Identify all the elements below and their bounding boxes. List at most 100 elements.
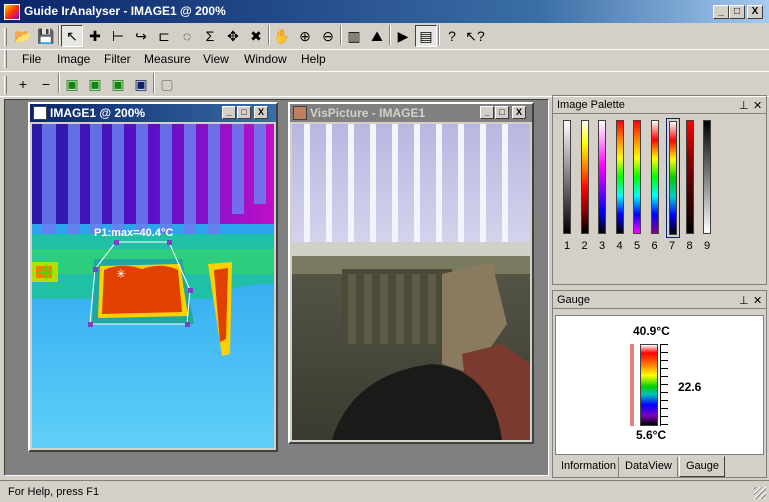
line-icon[interactable]: ⊢ — [107, 25, 129, 47]
play-icon[interactable]: ▶ — [392, 25, 414, 47]
app-titlebar: Guide IrAnalyser - IMAGE1 @ 200% _ □ X — [0, 0, 769, 24]
status-bar: For Help, press F1 — [0, 480, 769, 502]
palette-swatch-3[interactable] — [596, 118, 610, 238]
palette-swatch-5[interactable] — [631, 118, 645, 238]
gauge-color-bar — [640, 344, 658, 426]
profile-icon[interactable]: ⛰ — [366, 25, 388, 47]
minus-icon[interactable]: − — [35, 73, 57, 95]
toolbar-separator — [389, 25, 391, 45]
visual-close-button[interactable]: X — [512, 106, 526, 119]
app-icon — [4, 4, 20, 20]
pin-icon[interactable]: ⊥ — [739, 99, 749, 112]
layer-toolbar: + − ▣ ▣ ▣ ▣ ▢ — [0, 71, 769, 97]
mdi-workspace: IMAGE1 @ 200% _ □ X ✳ P1:max=40.4°C VisP… — [4, 99, 549, 476]
thermal-image[interactable]: ✳ P1:max=40.4°C — [32, 124, 274, 448]
layer2-icon[interactable]: ▣ — [84, 73, 106, 95]
image-doc-icon — [33, 106, 47, 120]
gauge-panel-header: Gauge ⊥ ✕ — [553, 291, 766, 309]
help-icon[interactable]: ? — [441, 25, 463, 47]
palette-number-label: 9 — [704, 240, 711, 252]
toolbar-separator — [340, 25, 342, 45]
visual-window-title: VisPicture - IMAGE1 — [310, 106, 426, 120]
palette-gradient-bar — [563, 120, 571, 234]
status-text: For Help, press F1 — [8, 486, 100, 498]
tab-dataview[interactable]: DataView — [620, 457, 678, 477]
resize-grip-icon[interactable] — [754, 487, 766, 499]
thermal-window-title: IMAGE1 @ 200% — [50, 106, 146, 120]
save-icon[interactable]: 💾 — [35, 25, 57, 47]
palette-swatch-1[interactable] — [561, 118, 575, 238]
zoom-in-icon[interactable]: ⊕ — [294, 25, 316, 47]
open-icon[interactable]: 📂 — [12, 25, 34, 47]
thermal-maximize-button[interactable]: □ — [237, 106, 251, 119]
palette-gradient-bar — [685, 120, 694, 234]
menu-filter[interactable]: Filter — [101, 51, 134, 67]
palette-number-label: 3 — [599, 240, 606, 252]
sum-icon[interactable]: Σ — [199, 25, 221, 47]
visual-minimize-button[interactable]: _ — [480, 106, 494, 119]
tab-gauge[interactable]: Gauge — [679, 456, 725, 477]
hand-icon[interactable]: ✋ — [271, 25, 293, 47]
gauge-mid-label: 22.6 — [678, 380, 702, 394]
palette-swatch-9[interactable] — [701, 118, 715, 238]
layer5-icon[interactable]: ▢ — [156, 73, 178, 95]
visual-maximize-button[interactable]: □ — [495, 106, 509, 119]
layer4-icon[interactable]: ▣ — [130, 73, 152, 95]
toolbar-grip[interactable] — [4, 28, 7, 46]
thermal-image-window[interactable]: IMAGE1 @ 200% _ □ X ✳ P1:max=40.4°C — [28, 102, 278, 452]
menu-view[interactable]: View — [200, 51, 232, 67]
palette-gradient-bar — [580, 120, 589, 234]
palette-number-label: 2 — [581, 240, 588, 252]
toolbar2-grip[interactable] — [4, 76, 7, 94]
menu-help[interactable]: Help — [298, 51, 329, 67]
palette-swatch-4[interactable] — [614, 118, 628, 238]
panel-tabs: Information DataView Gauge — [553, 456, 766, 477]
menu-window[interactable]: Window — [241, 51, 290, 67]
visual-image-window[interactable]: VisPicture - IMAGE1 _ □ X — [288, 102, 534, 444]
visual-photo[interactable] — [292, 124, 530, 440]
palette-gradient-bar — [615, 120, 624, 234]
polyline-icon[interactable]: ↪ — [130, 25, 152, 47]
rectangle-icon[interactable]: ⊏ — [153, 25, 175, 47]
gauge-close-icon[interactable]: ✕ — [753, 294, 762, 307]
palette-panel-header: Image Palette ⊥ ✕ — [553, 96, 766, 114]
palette-swatch-6[interactable] — [649, 118, 663, 238]
menu-grip[interactable] — [4, 50, 7, 68]
palette-number-label: 7 — [669, 240, 676, 252]
menu-image[interactable]: Image — [54, 51, 93, 67]
ellipse-icon[interactable]: ◌ — [176, 25, 198, 47]
gauge-pin-icon[interactable]: ⊥ — [739, 294, 749, 307]
menu-file[interactable]: File — [19, 51, 44, 67]
palette-close-icon[interactable]: ✕ — [753, 99, 762, 112]
palette-panel-title: Image Palette — [557, 99, 625, 111]
palette-swatch-8[interactable] — [684, 118, 698, 238]
layer3-icon[interactable]: ▣ — [107, 73, 129, 95]
spot-icon[interactable]: ✚ — [84, 25, 106, 47]
plus-icon[interactable]: + — [12, 73, 34, 95]
close-button[interactable]: X — [747, 5, 763, 19]
delete-icon[interactable]: ✖ — [245, 25, 267, 47]
palette-swatch-7[interactable] — [666, 118, 680, 238]
palette-swatch-2[interactable] — [579, 118, 593, 238]
palette-gradient-bar — [650, 120, 659, 234]
context-help-icon[interactable]: ↖? — [464, 25, 486, 47]
toolbar-separator — [438, 25, 440, 45]
maximize-button[interactable]: □ — [729, 5, 745, 19]
palette-gradient-bar — [669, 121, 677, 235]
histogram-icon[interactable]: ▥ — [343, 25, 365, 47]
palette-number-label: 4 — [616, 240, 623, 252]
layer1-icon[interactable]: ▣ — [61, 73, 83, 95]
gauge-panel: Gauge ⊥ ✕ 40.9°C 22.6 5.6°C Information … — [552, 290, 767, 478]
move-icon[interactable]: ✥ — [222, 25, 244, 47]
pointer-icon[interactable]: ↖ — [61, 25, 83, 47]
gauge-view: 40.9°C 22.6 5.6°C — [555, 315, 764, 455]
thermal-minimize-button[interactable]: _ — [222, 106, 236, 119]
minimize-button[interactable]: _ — [713, 5, 729, 19]
zoom-out-icon[interactable]: ⊖ — [317, 25, 339, 47]
tab-information[interactable]: Information — [555, 457, 619, 477]
palette-gradient-bar — [633, 120, 641, 234]
menu-measure[interactable]: Measure — [141, 51, 194, 67]
palette-number-label: 8 — [686, 240, 693, 252]
palette-icon[interactable]: ▤ — [415, 25, 437, 47]
thermal-close-button[interactable]: X — [254, 106, 268, 119]
